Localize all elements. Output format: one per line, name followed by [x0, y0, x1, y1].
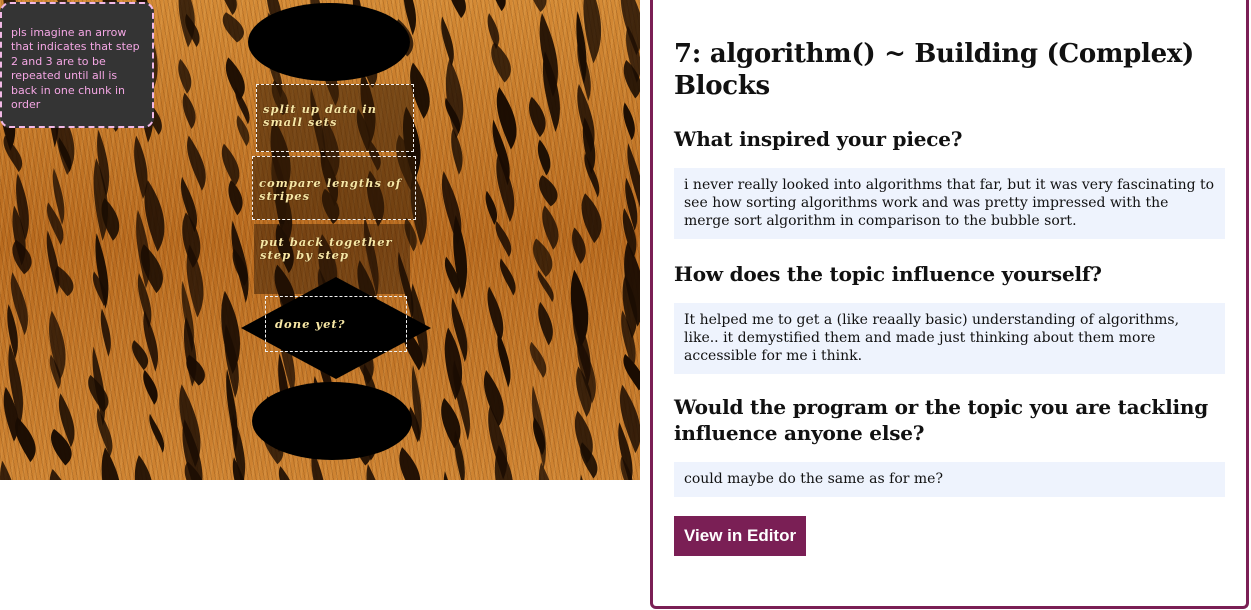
fur-stripe: [445, 59, 464, 139]
fur-stripe: [178, 58, 192, 94]
fur-stripe: [49, 469, 62, 480]
fur-stripe: [491, 42, 511, 83]
question-influence-others: Would the program or the topic you are t…: [674, 395, 1208, 445]
fur-stripe: [538, 301, 553, 346]
answer-influence-self: It helped me to get a (like reaally basi…: [674, 303, 1225, 374]
fur-stripe: [399, 447, 421, 480]
sketch-note-text: pls imagine an arrow that indicates that…: [11, 26, 140, 112]
fur-stripe: [529, 96, 546, 138]
fur-stripe: [533, 0, 547, 12]
flowchart-end-ellipse: [252, 382, 412, 460]
sketch-note: pls imagine an arrow that indicates that…: [0, 2, 154, 128]
sketch-canvas: pls imagine an arrow that indicates that…: [0, 0, 640, 480]
fur-stripe: [221, 143, 240, 187]
fur-stripe: [499, 258, 516, 296]
flowchart-step-3-label: put back together step by step: [260, 235, 393, 262]
fur-stripe: [15, 417, 36, 463]
fur-stripe: [451, 0, 466, 19]
fur-stripe: [485, 190, 498, 225]
fur-stripe: [100, 308, 111, 357]
fur-stripe: [187, 135, 206, 191]
question-influence-self: How does the topic influence yourself?: [674, 262, 1102, 286]
flowchart-start-ellipse: [248, 3, 410, 81]
fur-stripe: [533, 238, 553, 277]
fur-stripe: [132, 340, 149, 371]
flowchart-decision-label: done yet?: [275, 317, 346, 331]
flowchart-decision: done yet?: [265, 296, 407, 352]
fur-stripe: [46, 230, 60, 295]
fur-stripe: [539, 175, 558, 207]
fur-stripe: [497, 331, 511, 388]
fur-stripe: [581, 193, 602, 244]
project-info-panel: 7: algorithm() ~ Building (Complex) Bloc…: [650, 0, 1249, 609]
fur-stripe: [537, 139, 551, 176]
fur-stripe: [580, 474, 583, 480]
fur-stripe: [487, 286, 504, 343]
fur-stripe: [572, 227, 586, 264]
fur-stripe: [222, 12, 244, 43]
flowchart-step-1: split up data in small sets: [256, 84, 414, 152]
fur-stripe: [143, 369, 158, 405]
fur-stripe: [134, 455, 152, 480]
flowchart-step-2-label: compare lengths of stripes: [259, 176, 402, 203]
fur-stripe: [0, 460, 12, 480]
fur-stripe: [149, 413, 165, 453]
fur-stripe: [144, 180, 165, 252]
fur-stripe: [538, 462, 550, 480]
fur-stripe: [182, 92, 196, 129]
answer-inspiration: i never really looked into algorithms th…: [674, 168, 1225, 239]
project-title: 7: algorithm() ~ Building (Complex) Bloc…: [674, 39, 1195, 101]
fur-stripe: [12, 239, 32, 275]
flowchart-step-1-label: split up data in small sets: [263, 102, 377, 129]
answer-influence-others: could maybe do the same as for me?: [674, 462, 1225, 497]
fur-stripe: [623, 102, 635, 141]
fur-stripe: [443, 471, 448, 480]
fur-stripe: [495, 0, 506, 12]
fur-stripe: [224, 0, 237, 16]
fur-stripe: [441, 16, 454, 67]
fur-stripe: [225, 57, 245, 101]
fur-stripe: [228, 180, 243, 216]
fur-stripe: [542, 205, 559, 250]
flowchart-step-2: compare lengths of stripes: [252, 156, 416, 220]
fur-stripe: [529, 341, 547, 378]
fur-stripe: [278, 466, 290, 480]
fur-stripe: [495, 221, 512, 258]
fur-stripe: [366, 464, 376, 480]
question-inspiration: What inspired your piece?: [674, 127, 963, 151]
view-in-editor-button[interactable]: View in Editor: [674, 516, 807, 556]
